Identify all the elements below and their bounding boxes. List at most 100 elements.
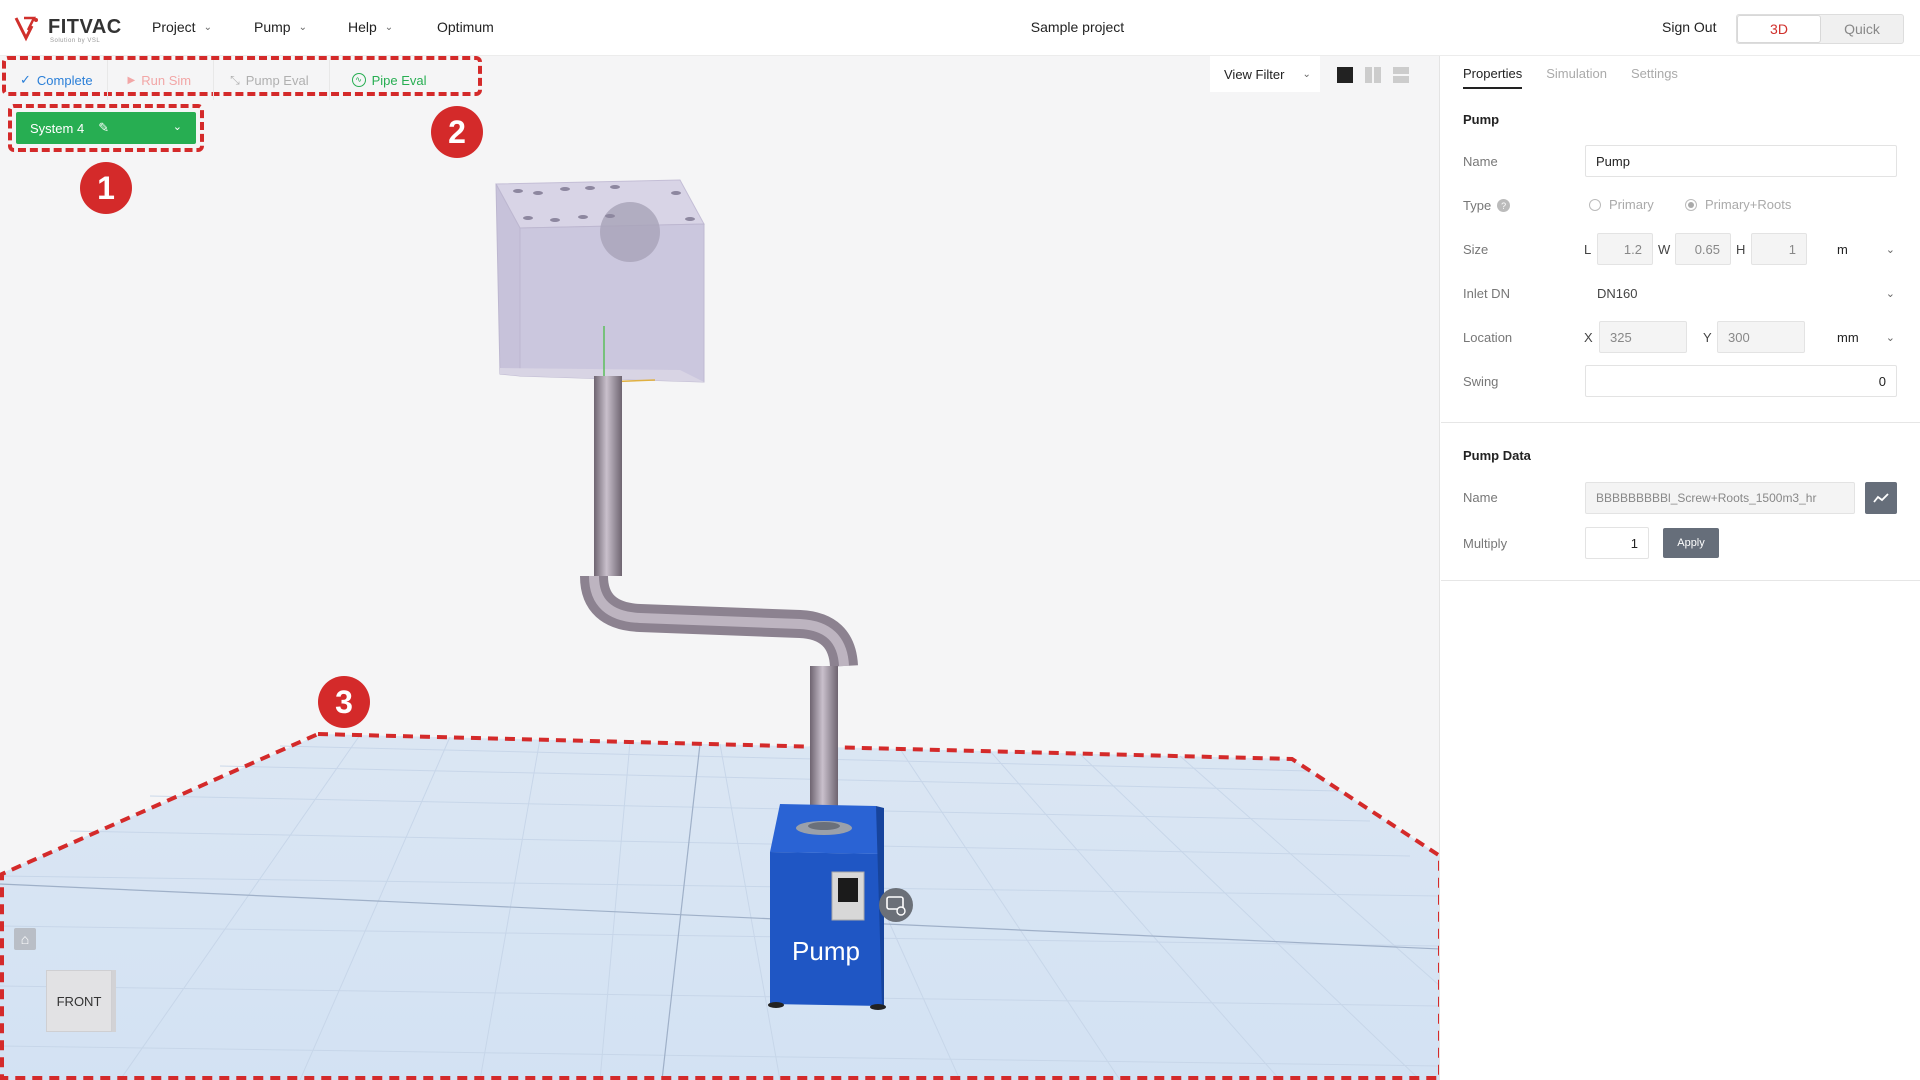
scene-canvas[interactable]: Pump bbox=[0, 56, 1440, 1080]
check-icon: ✓ bbox=[20, 72, 31, 87]
view-mode-toggle: 3D Quick bbox=[1736, 14, 1904, 44]
tab-settings[interactable]: Settings bbox=[1631, 66, 1678, 89]
chart-line-icon bbox=[1873, 493, 1889, 503]
size-unit-value: m bbox=[1837, 241, 1848, 257]
single-view-icon[interactable] bbox=[1336, 66, 1354, 84]
inlet-dn-label: Inlet DN bbox=[1463, 286, 1510, 301]
pump-unit[interactable]: Pump bbox=[768, 804, 886, 1010]
menu-project[interactable]: Project ⌄ bbox=[152, 19, 212, 35]
properties-panel: Properties Simulation Settings Pump Name… bbox=[1441, 56, 1920, 1080]
location-unit-value: mm bbox=[1837, 329, 1859, 345]
chevron-down-icon: ⌄ bbox=[384, 21, 394, 33]
radio-primary-roots-label: Primary+Roots bbox=[1705, 197, 1792, 212]
size-w-input[interactable]: 0.65 bbox=[1675, 233, 1731, 265]
size-w-label: W bbox=[1658, 242, 1671, 257]
chevron-down-icon: ⌄ bbox=[1885, 331, 1895, 344]
menu-project-label: Project bbox=[152, 19, 196, 35]
logo-text: FITVAC bbox=[48, 16, 122, 38]
multiply-label: Multiply bbox=[1463, 536, 1508, 551]
chevron-down-icon: ⌄ bbox=[1302, 68, 1311, 80]
chevron-down-icon[interactable]: ⌄ bbox=[173, 120, 182, 133]
view-filter-dropdown[interactable]: View Filter ⌄ bbox=[1210, 56, 1320, 92]
view-filter-label: View Filter bbox=[1224, 66, 1285, 82]
view-cube[interactable]: FRONT bbox=[46, 970, 112, 1032]
pipe-eval-label: Pipe Eval bbox=[371, 72, 427, 88]
run-sim-button[interactable]: ▶ Run Sim bbox=[108, 60, 215, 100]
apply-button[interactable]: Apply bbox=[1663, 528, 1719, 558]
home-view-button[interactable]: ⌂ bbox=[14, 928, 36, 950]
logo-tagline: Solution by VSL bbox=[50, 38, 101, 44]
pump-section-title: Pump bbox=[1463, 112, 1500, 127]
type-radio-primary[interactable]: Primary bbox=[1589, 197, 1654, 212]
swing-input[interactable]: 0 bbox=[1585, 365, 1897, 397]
layout-switcher bbox=[1336, 66, 1410, 84]
logo-mark-icon bbox=[14, 16, 38, 42]
play-icon: ▶ bbox=[127, 74, 136, 86]
radio-primary-roots-dot bbox=[1685, 198, 1697, 211]
pump-3d-label: Pump bbox=[792, 936, 860, 966]
menu-help-label: Help bbox=[348, 19, 377, 35]
pump-data-name-label: Name bbox=[1463, 490, 1498, 505]
size-label: Size bbox=[1463, 242, 1489, 257]
size-l-label: L bbox=[1584, 242, 1592, 257]
menu-pump[interactable]: Pump ⌄ bbox=[254, 19, 307, 35]
tab-simulation[interactable]: Simulation bbox=[1546, 66, 1607, 89]
pump-eval-button[interactable]: ⤡ Pump Eval bbox=[214, 60, 330, 100]
size-h-input[interactable]: 1 bbox=[1751, 233, 1807, 265]
annotation-badge-1: 1 bbox=[80, 162, 132, 214]
pump-data-name-input[interactable]: BBBBBBBBBl_Screw+Roots_1500m3_hr bbox=[1585, 482, 1855, 514]
home-icon: ⌂ bbox=[20, 931, 30, 947]
menu-pump-label: Pump bbox=[254, 19, 291, 35]
fitvac-logo[interactable]: FITVAC Solution by VSL bbox=[14, 14, 124, 44]
pump-eval-icon: ⤡ bbox=[230, 72, 240, 87]
split-vertical-icon[interactable] bbox=[1364, 66, 1382, 84]
3d-viewport[interactable]: Pump 1 2 3 ✓ Complete ▶ Run Sim ⤡ Pump E… bbox=[0, 56, 1440, 1080]
location-x-input[interactable]: 325 bbox=[1599, 321, 1687, 353]
type-row-label: Type ? bbox=[1463, 198, 1511, 213]
chevron-down-icon: ⌄ bbox=[1885, 287, 1895, 300]
location-unit-select[interactable]: mm ⌄ bbox=[1829, 321, 1899, 353]
help-icon[interactable]: ? bbox=[1497, 199, 1511, 212]
menu-optimum[interactable]: Optimum bbox=[437, 19, 494, 35]
split-horizontal-icon[interactable] bbox=[1392, 66, 1410, 84]
radio-primary-dot bbox=[1589, 198, 1601, 211]
mode-3d-button[interactable]: 3D bbox=[1737, 15, 1821, 43]
complete-button[interactable]: ✓ Complete bbox=[6, 60, 108, 100]
inlet-dn-value: DN160 bbox=[1597, 285, 1638, 301]
annotation-badge-3: 3 bbox=[318, 676, 370, 728]
pump-curve-button[interactable] bbox=[1865, 482, 1897, 514]
chevron-down-icon: ⌄ bbox=[1885, 243, 1895, 256]
radio-primary-label: Primary bbox=[1609, 197, 1654, 212]
size-unit-select[interactable]: m ⌄ bbox=[1829, 233, 1899, 265]
menu-optimum-label: Optimum bbox=[437, 19, 494, 35]
pencil-icon[interactable]: ✎ bbox=[98, 120, 109, 136]
location-y-input[interactable]: 300 bbox=[1717, 321, 1805, 353]
chevron-down-icon: ⌄ bbox=[298, 21, 307, 33]
swing-label: Swing bbox=[1463, 374, 1499, 389]
inlet-dn-select[interactable]: DN160 ⌄ bbox=[1585, 277, 1899, 309]
pipe-eval-button[interactable]: ∿ Pipe Eval bbox=[330, 60, 441, 100]
menu-help[interactable]: Help ⌄ bbox=[348, 19, 393, 35]
pump-action-icon[interactable] bbox=[879, 888, 913, 922]
vacuum-chamber[interactable] bbox=[495, 179, 705, 383]
mode-quick-button[interactable]: Quick bbox=[1821, 15, 1903, 43]
panel-tabs: Properties Simulation Settings bbox=[1463, 66, 1678, 89]
sign-out-link[interactable]: Sign Out bbox=[1662, 19, 1716, 35]
annotation-badge-2: 2 bbox=[431, 106, 483, 158]
section-divider bbox=[1441, 580, 1920, 581]
type-radio-primary-roots[interactable]: Primary+Roots bbox=[1685, 197, 1791, 212]
size-l-input[interactable]: 1.2 bbox=[1597, 233, 1653, 265]
workflow-toolbar: ✓ Complete ▶ Run Sim ⤡ Pump Eval ∿ Pipe … bbox=[6, 60, 441, 100]
tab-properties[interactable]: Properties bbox=[1463, 66, 1523, 89]
system-selector[interactable]: System 4 ✎ ⌄ bbox=[16, 112, 196, 144]
multiply-input[interactable]: 1 bbox=[1585, 527, 1649, 559]
pump-data-section-title: Pump Data bbox=[1463, 448, 1531, 463]
top-bar: FITVAC Solution by VSL Project ⌄ Pump ⌄ … bbox=[0, 0, 1920, 56]
name-label: Name bbox=[1463, 154, 1498, 169]
size-h-label: H bbox=[1736, 242, 1746, 257]
loc-y-label: Y bbox=[1703, 330, 1712, 345]
pump-name-input[interactable]: Pump bbox=[1585, 145, 1897, 177]
complete-label: Complete bbox=[36, 72, 93, 88]
system-label: System 4 bbox=[30, 120, 85, 136]
view-cube-face-label: FRONT bbox=[56, 993, 102, 1009]
